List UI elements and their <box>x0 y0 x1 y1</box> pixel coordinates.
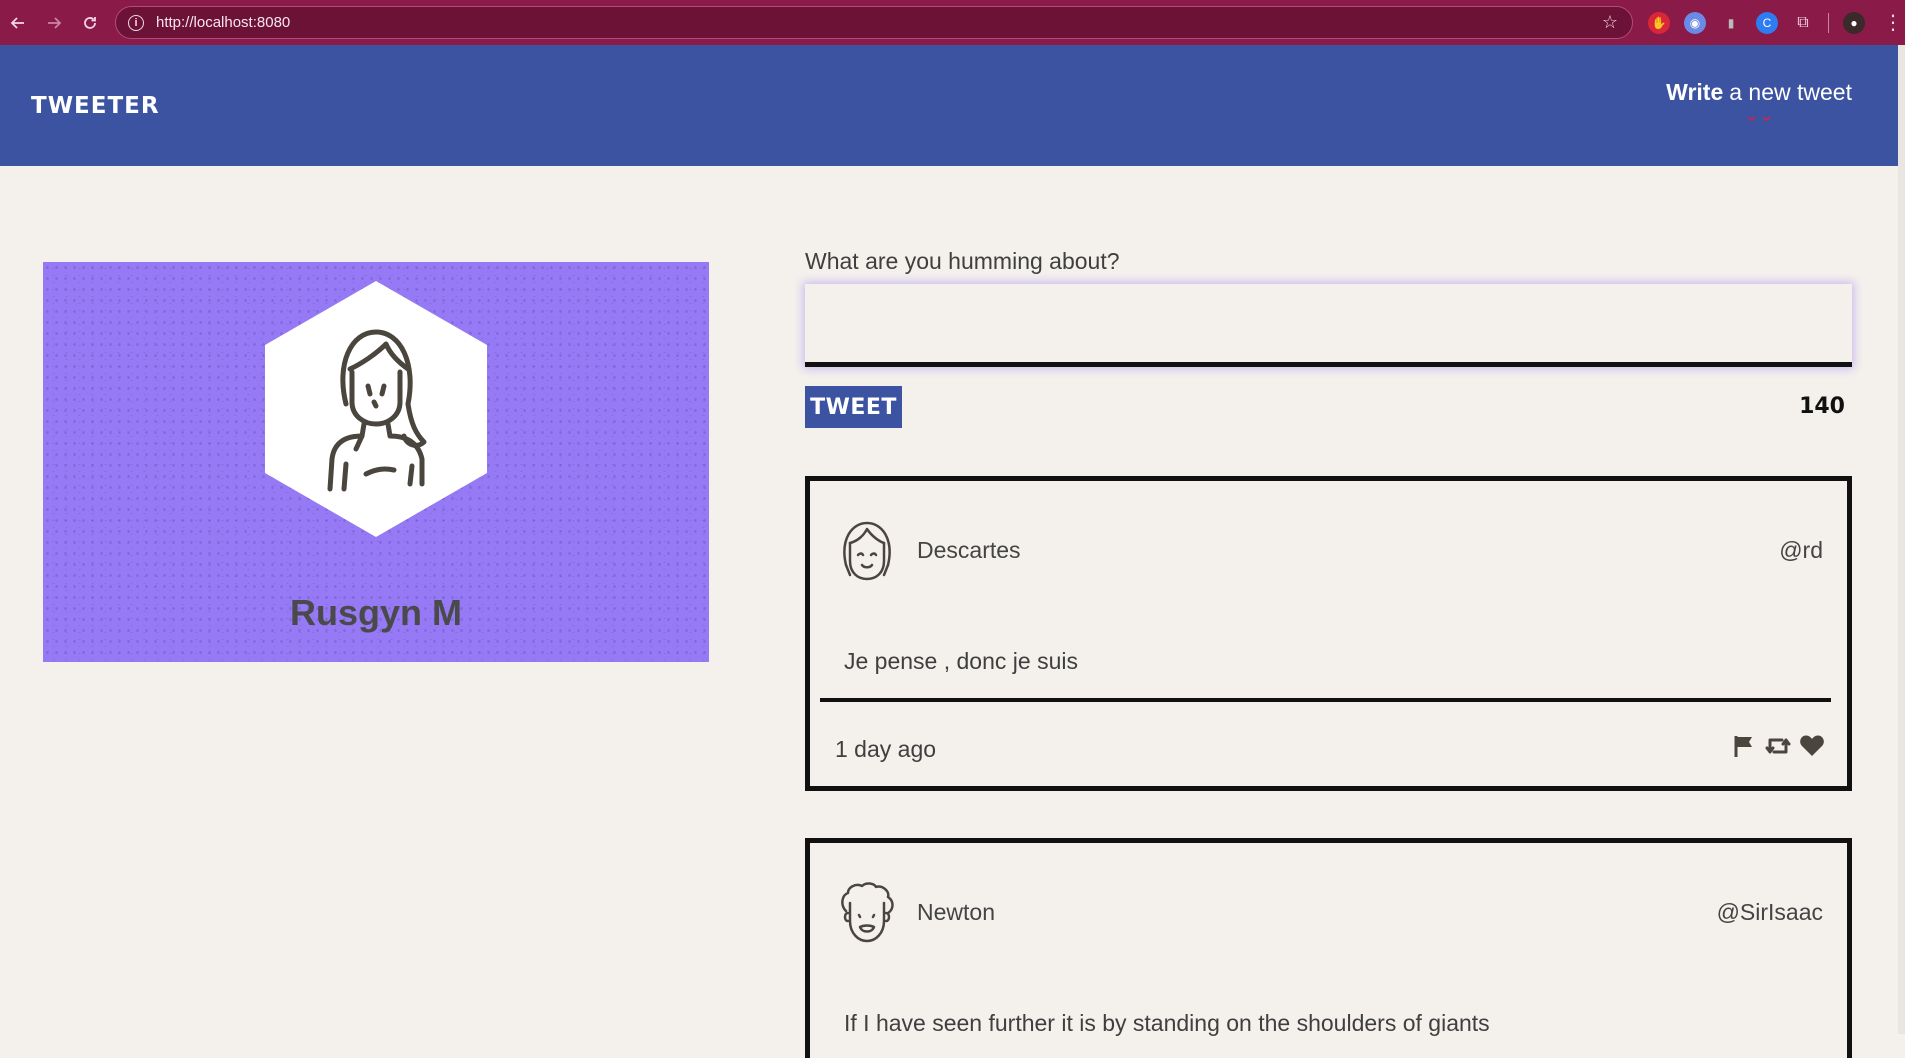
flag-icon[interactable] <box>1731 733 1757 759</box>
reload-icon <box>84 16 96 29</box>
tweet-card: Newton @SirIsaac If I have seen further … <box>805 838 1852 1058</box>
compose-label: What are you humming about? <box>805 248 1120 274</box>
man-curly-hair-avatar-icon <box>841 882 894 943</box>
bookmark-star-icon[interactable]: ☆ <box>1602 12 1618 33</box>
double-chevron-down-icon[interactable]: ⌄⌄ <box>1666 106 1852 124</box>
url-text[interactable]: http://localhost:8080 <box>156 14 290 31</box>
extension-icon[interactable]: ✋ <box>1648 11 1670 34</box>
compose-link-text: a new tweet <box>1729 79 1852 105</box>
app-header: TWEETER Write a new tweet ⌄⌄ <box>0 45 1898 166</box>
heart-icon[interactable] <box>1799 733 1825 759</box>
toolbar-divider <box>1828 12 1829 33</box>
tweet-author-handle: @SirIsaac <box>1716 899 1823 925</box>
tweet-divider <box>820 698 1831 702</box>
reload-button[interactable] <box>72 0 108 45</box>
girl-avatar-icon <box>843 521 891 581</box>
scrollbar[interactable] <box>1898 45 1905 1034</box>
tweet-input[interactable] <box>805 284 1852 367</box>
extension-icon[interactable]: ◉ <box>1684 11 1706 34</box>
tweet-timestamp: 1 day ago <box>835 736 937 762</box>
tweet-author-handle: @rd <box>1779 537 1823 563</box>
tweet-actions <box>1731 733 1825 759</box>
profile-avatar-hexagon <box>265 281 487 537</box>
tweet-body: If I have seen further it is by standing… <box>844 1010 1490 1036</box>
arrow-right-icon <box>48 16 62 29</box>
puzzle-icon[interactable]: ⧉ <box>1792 12 1814 34</box>
back-button[interactable] <box>0 0 36 45</box>
tweet-author-name: Descartes <box>917 537 1021 563</box>
address-bar[interactable]: i http://localhost:8080 ☆ <box>115 6 1633 39</box>
profile-name: Rusgyn M <box>289 592 462 633</box>
profile-card: Rusgyn M <box>43 262 709 662</box>
extensions-bar: ✋ ◉ ▮ C ⧉ ● ⋮ <box>1648 0 1903 45</box>
profile-avatar-icon[interactable]: ● <box>1843 11 1865 34</box>
tweet-card: Descartes @rd Je pense , donc je suis 1 … <box>805 476 1852 791</box>
tweet-body: Je pense , donc je suis <box>844 648 1078 674</box>
site-info-icon[interactable]: i <box>128 14 144 31</box>
extension-icon[interactable]: ▮ <box>1720 11 1742 34</box>
extension-icon[interactable]: C <box>1756 11 1778 34</box>
write-new-tweet-link[interactable]: Write a new tweet ⌄⌄ <box>1666 79 1852 124</box>
compose-link-bold: Write <box>1666 79 1724 105</box>
menu-icon[interactable]: ⋮ <box>1883 10 1903 35</box>
arrow-left-icon <box>10 16 24 29</box>
forward-button[interactable] <box>36 0 72 45</box>
character-counter: 140 <box>1799 394 1845 419</box>
brand-logo[interactable]: TWEETER <box>31 93 160 119</box>
retweet-icon[interactable] <box>1765 733 1791 759</box>
tweet-button[interactable]: TWEET <box>805 386 902 428</box>
tweet-author-name: Newton <box>917 899 995 925</box>
woman-avatar-icon <box>327 329 427 492</box>
browser-toolbar: i http://localhost:8080 ☆ ✋ ◉ ▮ C ⧉ ● ⋮ <box>0 0 1905 45</box>
